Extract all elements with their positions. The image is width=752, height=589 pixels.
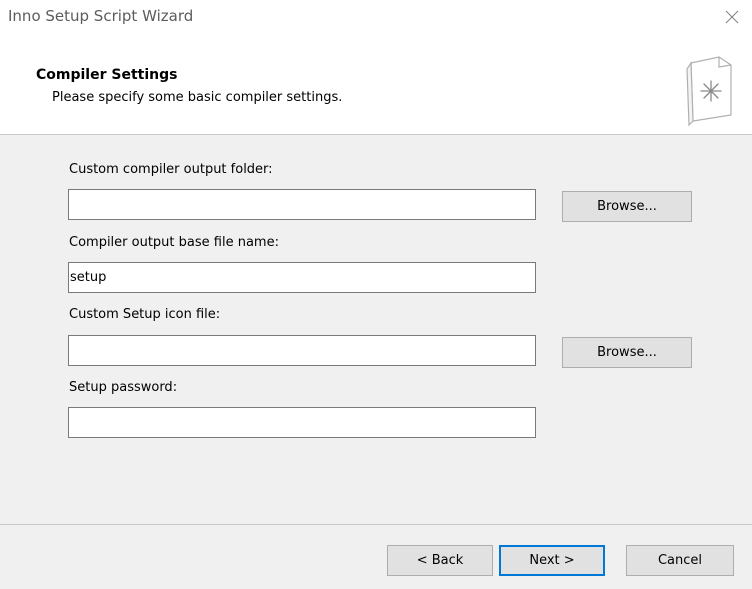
output-folder-input[interactable] (68, 189, 536, 220)
base-file-name-input[interactable] (68, 262, 536, 293)
wizard-header: Compiler Settings Please specify some ba… (0, 33, 752, 135)
wizard-window: Inno Setup Script Wizard Compiler Settin… (0, 0, 752, 589)
password-input[interactable] (68, 407, 536, 438)
page-title: Compiler Settings (36, 67, 178, 83)
title-bar[interactable]: Inno Setup Script Wizard (0, 0, 752, 33)
password-label: Setup password: (69, 380, 178, 395)
output-folder-label: Custom compiler output folder: (69, 162, 273, 177)
next-button[interactable]: Next > (499, 545, 605, 576)
page-subtitle: Please specify some basic compiler setti… (52, 90, 343, 105)
browse-icon-file-button[interactable]: Browse... (562, 337, 692, 368)
close-button[interactable] (712, 0, 752, 33)
browse-output-folder-button[interactable]: Browse... (562, 191, 692, 222)
base-file-name-label: Compiler output base file name: (69, 235, 279, 250)
cancel-button[interactable]: Cancel (626, 545, 734, 576)
footer-separator (0, 524, 752, 525)
icon-file-label: Custom Setup icon file: (69, 307, 221, 322)
document-star-icon (686, 56, 732, 127)
back-button[interactable]: < Back (387, 545, 493, 576)
icon-file-input[interactable] (68, 335, 536, 366)
window-title: Inno Setup Script Wizard (8, 7, 194, 25)
close-icon (725, 10, 739, 23)
